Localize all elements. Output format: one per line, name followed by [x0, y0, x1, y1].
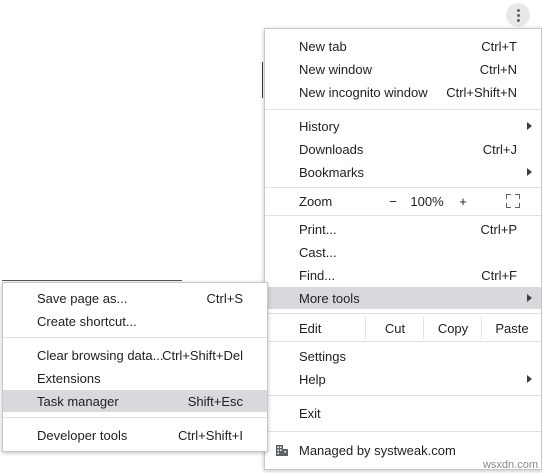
menu-item-label: Exit: [299, 405, 321, 421]
submenu-item-task-manager[interactable]: Task manager Shift+Esc: [3, 390, 267, 412]
submenu-item-save-page-as[interactable]: Save page as... Ctrl+S: [3, 287, 267, 309]
submenu-arrow-icon: [527, 122, 532, 130]
menu-item-label: Downloads: [299, 141, 364, 157]
zoom-in-button[interactable]: +: [451, 189, 475, 213]
menu-item-new-incognito-window[interactable]: New incognito window Ctrl+Shift+N: [265, 81, 541, 103]
menu-item-bookmarks[interactable]: Bookmarks: [265, 161, 541, 183]
paste-button[interactable]: Paste: [481, 317, 542, 339]
menu-item-shortcut: Shift+Esc: [187, 393, 243, 409]
menu-separator: [265, 395, 541, 396]
menu-item-more-tools[interactable]: More tools: [265, 287, 541, 309]
menu-item-label: Task manager: [37, 393, 119, 409]
menu-item-label: New incognito window: [299, 84, 428, 100]
zoom-out-button[interactable]: −: [381, 189, 405, 213]
menu-item-label: New window: [299, 61, 372, 77]
edit-label: Edit: [299, 321, 322, 336]
menu-item-label: Cast...: [299, 244, 337, 260]
dot-icon: [516, 13, 520, 17]
menu-item-settings[interactable]: Settings: [265, 345, 541, 367]
submenu-item-create-shortcut[interactable]: Create shortcut...: [3, 310, 267, 332]
menu-separator: [265, 187, 541, 188]
menu-item-shortcut: Ctrl+P: [480, 221, 517, 237]
menu-item-shortcut: Ctrl+J: [482, 141, 517, 157]
submenu-arrow-icon: [527, 294, 532, 302]
menu-item-label: Bookmarks: [299, 164, 365, 180]
menu-item-shortcut: Ctrl+S: [206, 290, 243, 306]
zoom-label: Zoom: [299, 194, 333, 209]
menu-item-label: Extensions: [37, 370, 101, 386]
zoom-level: 100%: [410, 193, 444, 209]
menu-item-label: New tab: [299, 38, 347, 54]
managed-by-label: Managed by systweak.com: [299, 443, 456, 458]
menu-item-label: Settings: [299, 348, 346, 364]
menu-separator: [3, 417, 267, 418]
dot-icon: [516, 18, 520, 22]
page-edge-line: [2, 280, 182, 281]
menu-item-find[interactable]: Find... Ctrl+F: [265, 264, 541, 286]
menu-item-label: Clear browsing data...: [37, 347, 164, 363]
page-edge-line: [262, 62, 263, 98]
cut-button[interactable]: Cut: [365, 317, 424, 339]
fullscreen-button[interactable]: [497, 189, 529, 213]
fullscreen-icon: [506, 194, 520, 208]
menu-item-shortcut: Ctrl+N: [479, 61, 517, 77]
customize-menu-button[interactable]: [506, 3, 530, 27]
building-icon: [276, 445, 288, 456]
menu-separator: [265, 313, 541, 314]
menu-separator: [265, 215, 541, 216]
copy-button[interactable]: Copy: [423, 317, 482, 339]
menu-separator: [265, 431, 541, 432]
menu-separator: [3, 337, 267, 338]
menu-item-cast[interactable]: Cast...: [265, 241, 541, 263]
menu-item-shortcut: Ctrl+Shift+Del: [162, 347, 243, 363]
watermark: wsxdn.com: [482, 459, 538, 471]
chrome-main-menu: New tab Ctrl+T New window Ctrl+N New inc…: [264, 28, 542, 470]
menu-item-shortcut: Ctrl+T: [481, 38, 517, 54]
submenu-item-developer-tools[interactable]: Developer tools Ctrl+Shift+I: [3, 424, 267, 446]
menu-item-new-window[interactable]: New window Ctrl+N: [265, 58, 541, 80]
menu-item-new-tab[interactable]: New tab Ctrl+T: [265, 35, 541, 57]
menu-separator: [265, 341, 541, 342]
menu-item-label: Save page as...: [37, 290, 128, 306]
menu-item-help[interactable]: Help: [265, 368, 541, 390]
more-tools-submenu: Save page as... Ctrl+S Create shortcut..…: [2, 282, 268, 452]
menu-item-label: Create shortcut...: [37, 313, 137, 329]
menu-item-label: History: [299, 118, 340, 134]
menu-item-label: Print...: [299, 221, 337, 237]
menu-item-label: Find...: [299, 267, 336, 283]
submenu-item-extensions[interactable]: Extensions: [3, 367, 267, 389]
dot-icon: [516, 8, 520, 12]
submenu-arrow-icon: [527, 375, 532, 383]
menu-item-label: Help: [299, 371, 326, 387]
menu-separator: [265, 109, 541, 110]
managed-by-row[interactable]: Managed by systweak.com: [265, 439, 541, 461]
menu-item-exit[interactable]: Exit: [265, 402, 541, 424]
menu-item-history[interactable]: History: [265, 115, 541, 137]
menu-item-label: Developer tools: [37, 427, 128, 443]
zoom-row: Zoom − 100% +: [265, 189, 541, 213]
menu-item-downloads[interactable]: Downloads Ctrl+J: [265, 138, 541, 160]
submenu-arrow-icon: [527, 168, 532, 176]
menu-item-shortcut: Ctrl+Shift+I: [177, 427, 243, 443]
menu-item-label: More tools: [299, 290, 360, 306]
submenu-item-clear-browsing-data[interactable]: Clear browsing data... Ctrl+Shift+Del: [3, 344, 267, 366]
menu-item-shortcut: Ctrl+F: [481, 267, 517, 283]
edit-row: Edit Cut Copy Paste: [265, 317, 541, 339]
menu-item-shortcut: Ctrl+Shift+N: [446, 84, 517, 100]
menu-item-print[interactable]: Print... Ctrl+P: [265, 218, 541, 240]
